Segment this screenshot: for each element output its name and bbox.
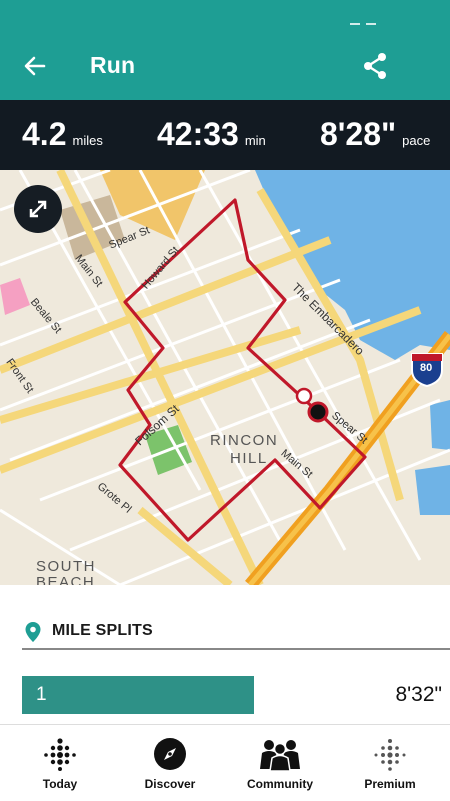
neighborhood-label: SOUTH	[36, 558, 96, 575]
dots-premium-icon	[374, 739, 406, 771]
duration-stat: 42:33 min	[157, 116, 266, 153]
status-bar	[350, 12, 390, 25]
route-start-marker	[295, 387, 313, 405]
split-time: 8'32"	[395, 683, 442, 706]
mile-splits-header: MILE SPLITS	[22, 618, 450, 648]
arrow-left-icon	[24, 56, 46, 76]
app-header: Run	[0, 0, 450, 100]
pier-water-2	[415, 465, 450, 515]
pier-water	[430, 400, 450, 450]
compass-icon	[154, 738, 186, 770]
nav-label: Discover	[144, 777, 196, 791]
share-icon	[364, 53, 386, 79]
block-pink	[0, 278, 30, 315]
distance-stat: 4.2 miles	[22, 116, 103, 153]
distance-value: 4.2	[22, 116, 67, 152]
expand-map-button[interactable]	[14, 185, 62, 233]
run-stats-bar: 4.2 miles 42:33 min 8'28" pace	[0, 100, 450, 170]
location-pin-icon	[25, 622, 41, 642]
expand-arrows-icon	[29, 200, 47, 218]
duration-unit: min	[244, 133, 266, 148]
nav-discover[interactable]: Discover	[114, 725, 226, 801]
pace-value: 8'28"	[320, 116, 397, 152]
nav-label: Today	[42, 777, 78, 791]
mile-splits-title: MILE SPLITS	[52, 622, 153, 639]
back-button[interactable]	[18, 48, 54, 84]
people-icon	[260, 740, 300, 771]
split-row[interactable]: 1 8'32"	[22, 676, 450, 714]
neighborhood-label: BEACH	[36, 574, 96, 585]
route-end-marker	[307, 401, 329, 423]
map-canvas	[0, 170, 450, 585]
split-mile-number: 1	[36, 684, 47, 705]
bottom-navigation: Today Discover Community Premium	[0, 724, 450, 801]
neighborhood-label: HILL	[230, 450, 268, 467]
distance-unit: miles	[72, 133, 103, 148]
page-title: Run	[90, 52, 136, 78]
pace-unit: pace	[402, 133, 431, 148]
nav-today[interactable]: Today	[4, 725, 116, 801]
nav-premium[interactable]: Premium	[334, 725, 446, 801]
duration-value: 42:33	[157, 116, 239, 152]
splits-divider	[22, 648, 450, 650]
nav-label: Premium	[364, 777, 416, 791]
route-map[interactable]: Spear St Main St Beale St Howard St The …	[0, 170, 450, 585]
nav-community[interactable]: Community	[224, 725, 336, 801]
interstate-label: 80	[420, 362, 433, 374]
nav-label: Community	[247, 777, 313, 791]
neighborhood-label: RINCON	[210, 432, 279, 449]
share-button[interactable]	[360, 50, 392, 82]
dots-grid-icon	[44, 738, 76, 771]
split-bar: 1	[22, 676, 254, 714]
pace-stat: 8'28" pace	[320, 116, 430, 153]
